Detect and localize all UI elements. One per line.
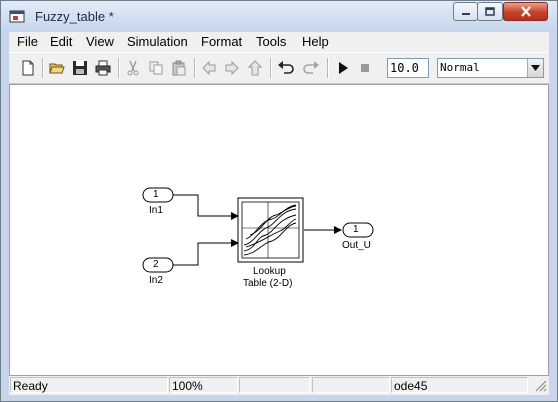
maximize-button[interactable] bbox=[477, 2, 503, 21]
outport-number: 1 bbox=[353, 224, 359, 235]
status-field-empty-1 bbox=[239, 377, 310, 393]
simulation-mode-select[interactable]: Normal bbox=[437, 58, 544, 78]
inport-2-label[interactable]: In2 bbox=[149, 275, 163, 286]
print-icon bbox=[95, 60, 111, 76]
up-button[interactable] bbox=[245, 58, 265, 78]
menu-format[interactable]: Format bbox=[201, 34, 242, 49]
paste-icon bbox=[172, 60, 186, 76]
close-icon bbox=[520, 6, 531, 17]
signal-lines bbox=[142, 187, 374, 273]
signal-line-in1[interactable] bbox=[173, 194, 239, 220]
copy-button[interactable] bbox=[146, 58, 166, 78]
undo-icon bbox=[278, 61, 294, 74]
forward-button[interactable] bbox=[222, 58, 242, 78]
menu-edit[interactable]: Edit bbox=[50, 34, 72, 49]
open-folder-icon bbox=[49, 63, 65, 74]
maximize-icon bbox=[485, 7, 495, 16]
minimize-button[interactable] bbox=[453, 2, 478, 21]
title-bar[interactable]: Fuzzy_table * bbox=[1, 1, 557, 31]
menu-file[interactable]: File bbox=[17, 34, 38, 49]
save-icon bbox=[73, 61, 87, 75]
cut-icon bbox=[127, 60, 139, 76]
model-window: Fuzzy_table * File Edit View Simulation … bbox=[0, 0, 558, 402]
open-button[interactable] bbox=[47, 58, 67, 78]
minimize-icon bbox=[461, 12, 470, 15]
play-icon bbox=[339, 62, 348, 74]
back-arrow-icon bbox=[202, 60, 216, 76]
toolbar-separator bbox=[270, 58, 272, 78]
toolbar-separator bbox=[42, 58, 44, 78]
close-button[interactable] bbox=[503, 2, 548, 21]
up-arrow-icon bbox=[247, 60, 263, 76]
menu-help[interactable]: Help bbox=[302, 34, 329, 49]
copy-icon bbox=[149, 61, 163, 75]
cut-button[interactable] bbox=[123, 58, 143, 78]
lookup-table-label-line2[interactable]: Table (2-D) bbox=[243, 278, 292, 289]
new-icon bbox=[22, 60, 34, 76]
resize-grip-icon[interactable] bbox=[534, 379, 547, 392]
lookup-table-block[interactable] bbox=[237, 197, 304, 263]
new-model-button[interactable] bbox=[18, 58, 38, 78]
toolbar-separator bbox=[194, 58, 196, 78]
status-field-empty-2 bbox=[312, 377, 390, 393]
inport-1-number: 1 bbox=[153, 189, 159, 200]
window-title: Fuzzy_table * bbox=[35, 9, 114, 24]
back-button[interactable] bbox=[199, 58, 219, 78]
model-canvas[interactable]: 1 In1 2 In2 1 Out_U Lookup Table (2-D) bbox=[9, 84, 549, 376]
print-button[interactable] bbox=[93, 58, 113, 78]
menu-simulation[interactable]: Simulation bbox=[127, 34, 188, 49]
status-state: Ready bbox=[10, 377, 168, 393]
outport-label[interactable]: Out_U bbox=[342, 240, 371, 251]
dropdown-button[interactable] bbox=[527, 59, 543, 77]
redo-button[interactable] bbox=[301, 58, 321, 78]
menu-bar: File Edit View Simulation Format Tools H… bbox=[9, 32, 549, 52]
signal-line-in2[interactable] bbox=[173, 239, 239, 266]
toolbar-separator bbox=[118, 58, 120, 78]
menu-tools[interactable]: Tools bbox=[256, 34, 286, 49]
redo-icon bbox=[303, 61, 319, 74]
toolbar-separator bbox=[327, 58, 329, 78]
menu-view[interactable]: View bbox=[86, 34, 114, 49]
simulation-mode-value: Normal bbox=[440, 61, 480, 74]
stop-icon bbox=[361, 64, 369, 72]
stop-simulation-button[interactable] bbox=[355, 58, 375, 78]
status-bar: Ready 100% ode45 bbox=[9, 376, 549, 395]
simulink-app-icon bbox=[9, 10, 25, 23]
forward-arrow-icon bbox=[225, 60, 239, 76]
toolbar: 10.0 Normal bbox=[9, 52, 549, 84]
inport-1-label[interactable]: In1 bbox=[149, 205, 163, 216]
status-zoom: 100% bbox=[169, 377, 238, 393]
save-button[interactable] bbox=[70, 58, 90, 78]
start-simulation-button[interactable] bbox=[333, 58, 353, 78]
inport-2-number: 2 bbox=[153, 259, 159, 270]
lookup-table-label-line1[interactable]: Lookup bbox=[253, 266, 286, 277]
undo-button[interactable] bbox=[276, 58, 296, 78]
stop-time-field[interactable]: 10.0 bbox=[387, 58, 429, 78]
chevron-down-icon bbox=[531, 65, 540, 71]
paste-button[interactable] bbox=[169, 58, 189, 78]
status-solver: ode45 bbox=[391, 377, 528, 393]
